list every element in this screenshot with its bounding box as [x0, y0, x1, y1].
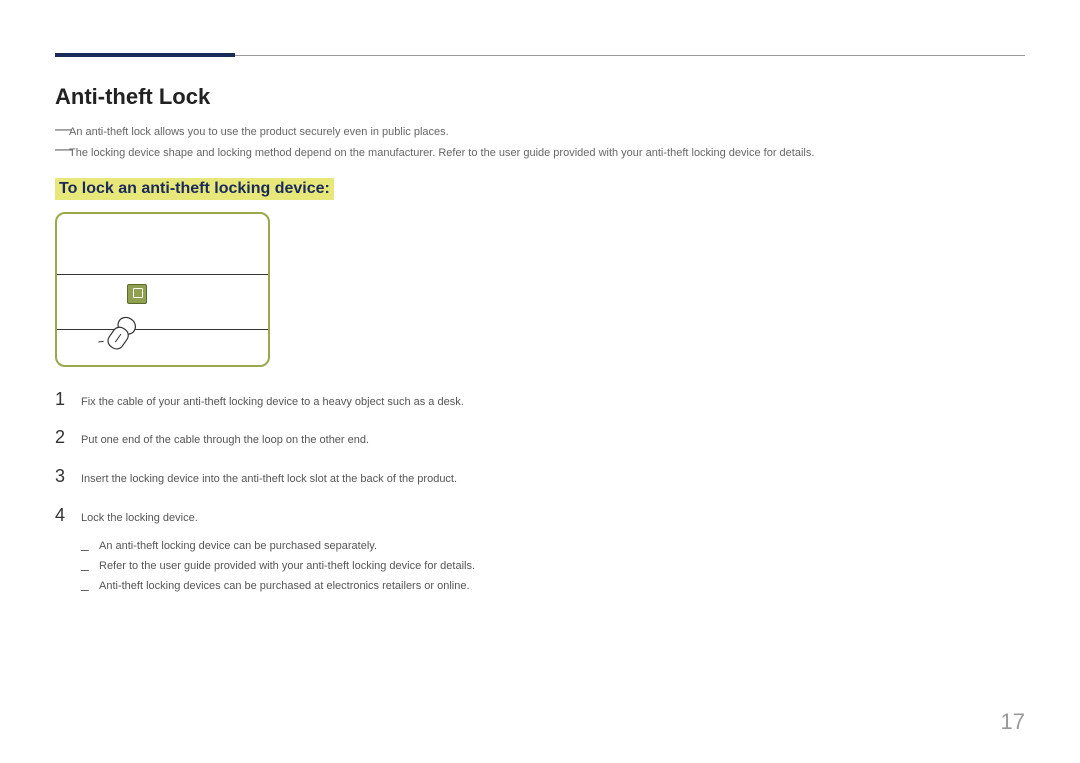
- sub-bullet: Anti-theft locking devices can be purcha…: [81, 577, 475, 597]
- lock-diagram: [55, 212, 270, 367]
- steps-list: 1 Fix the cable of your anti-theft locki…: [55, 389, 1025, 597]
- note-dash-icon: ―: [55, 140, 69, 157]
- note-line: ―An anti-theft lock allows you to use th…: [55, 122, 1025, 143]
- section-title: Anti-theft Lock: [55, 84, 1025, 110]
- sub-bullet: Refer to the user guide provided with yo…: [81, 557, 475, 577]
- sub-bullet: An anti-theft locking device can be purc…: [81, 537, 475, 557]
- header-rule: [55, 55, 1025, 56]
- step-number: 2: [55, 427, 81, 448]
- step-item: 4 Lock the locking device. An anti-theft…: [55, 505, 1025, 597]
- sub-heading: To lock an anti-theft locking device:: [55, 178, 334, 200]
- note-line: ―The locking device shape and locking me…: [55, 143, 1025, 164]
- step-text: Fix the cable of your anti-theft locking…: [81, 394, 464, 412]
- step-item: 1 Fix the cable of your anti-theft locki…: [55, 389, 1025, 412]
- step-text: Put one end of the cable through the loo…: [81, 432, 369, 450]
- sub-bullets-list: An anti-theft locking device can be purc…: [81, 537, 475, 596]
- step-text: Insert the locking device into the anti-…: [81, 471, 457, 489]
- header-accent: [55, 53, 235, 57]
- note-dash-icon: ―: [55, 120, 69, 137]
- step-item: 2 Put one end of the cable through the l…: [55, 427, 1025, 450]
- notes-block: ―An anti-theft lock allows you to use th…: [55, 122, 1025, 164]
- step-number: 4: [55, 505, 81, 526]
- page-number: 17: [1001, 709, 1025, 735]
- lock-slot-icon: [127, 284, 147, 304]
- step-item: 3 Insert the locking device into the ant…: [55, 466, 1025, 489]
- step-text: Lock the locking device.: [81, 512, 198, 524]
- step-number: 1: [55, 389, 81, 410]
- diagram-midline: [57, 274, 268, 275]
- note-text: An anti-theft lock allows you to use the…: [69, 126, 449, 138]
- lock-device-icon: [98, 309, 144, 358]
- note-text: The locking device shape and locking met…: [69, 147, 814, 159]
- step-number: 3: [55, 466, 81, 487]
- diagram-botline: [57, 329, 268, 330]
